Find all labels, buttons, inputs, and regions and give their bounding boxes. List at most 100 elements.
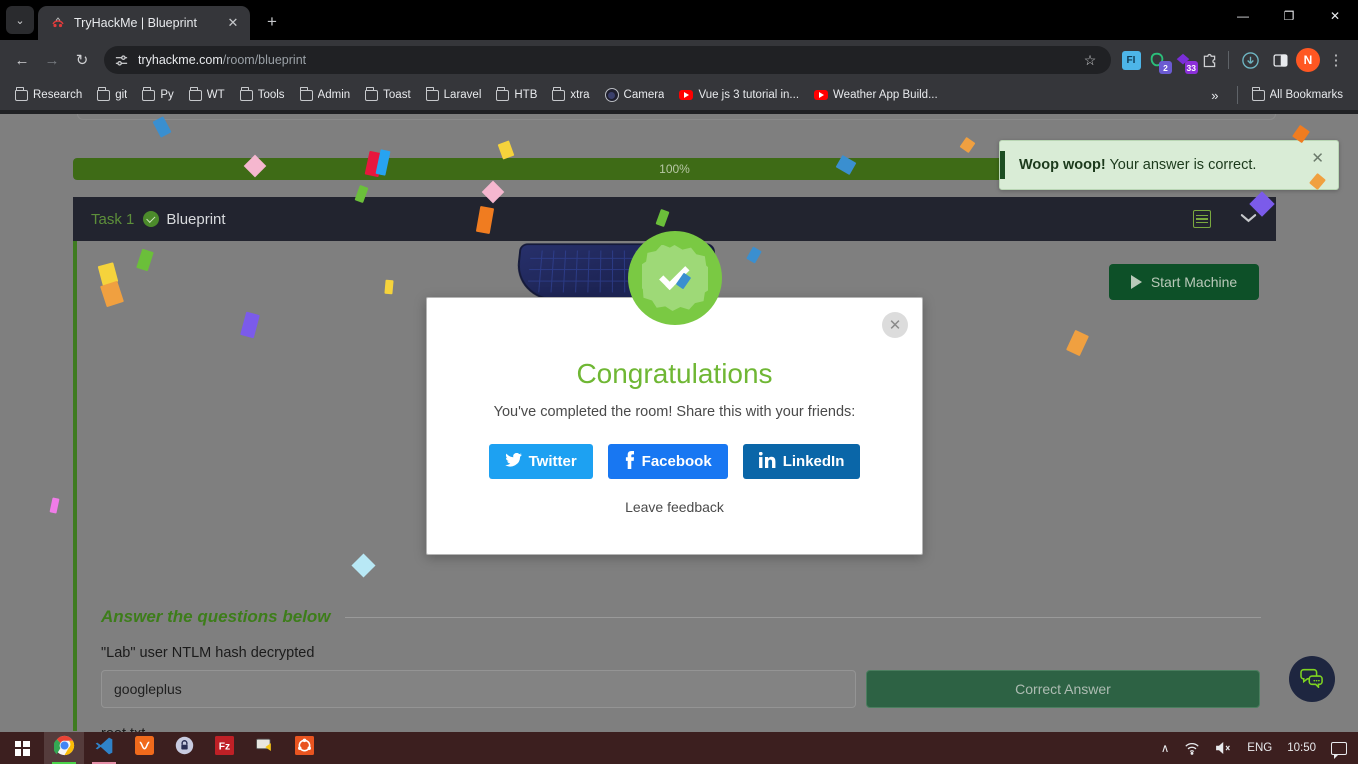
taskbar-app-ubuntu[interactable]: [284, 732, 324, 764]
download-icon[interactable]: [1236, 46, 1264, 74]
tab-search-button[interactable]: ⌄: [6, 6, 34, 34]
task-number: Task 1: [91, 210, 135, 228]
bookmarks-divider: [1236, 86, 1238, 104]
bookmark-item[interactable]: HTB: [490, 86, 543, 104]
volume-mute-icon[interactable]: [1212, 732, 1235, 764]
url-path: /room/blueprint: [222, 53, 307, 67]
toast-message-bold: Woop woop!: [1019, 157, 1106, 173]
new-tab-button[interactable]: +: [258, 8, 286, 36]
minimize-icon[interactable]: —: [1220, 0, 1266, 32]
server-icon[interactable]: [1193, 210, 1211, 228]
bookmark-item[interactable]: Weather App Build...: [808, 86, 944, 104]
bookmark-item[interactable]: WT: [183, 86, 231, 104]
play-icon: [1130, 275, 1142, 289]
taskbar-app-chrome[interactable]: [44, 732, 84, 764]
share-linkedin-button[interactable]: LinkedIn: [742, 444, 861, 479]
bookmark-item[interactable]: Camera: [599, 85, 671, 105]
bookmark-item[interactable]: Py: [136, 86, 179, 104]
url-text: tryhackme.com/room/blueprint: [138, 53, 1071, 67]
forward-icon[interactable]: →: [38, 46, 66, 74]
chat-bubbles-icon: [1299, 666, 1325, 693]
facebook-icon: [624, 450, 635, 473]
chevron-down-icon[interactable]: [1239, 211, 1258, 228]
bookmark-item[interactable]: Admin: [294, 86, 357, 104]
tab-title: TryHackMe | Blueprint: [74, 16, 197, 30]
bookmark-item[interactable]: xtra: [546, 86, 595, 104]
bookmark-star-icon[interactable]: ☆: [1077, 47, 1103, 73]
chrome-icon: [52, 735, 75, 761]
congratulations-modal: ✕ Congratulations You've completed the r…: [426, 231, 923, 555]
questions-heading-row: Answer the questions below: [101, 607, 1261, 627]
url-domain: tryhackme.com: [138, 53, 223, 67]
chrome-menu-icon[interactable]: ⋮: [1322, 46, 1350, 74]
taskbar-app-filezilla[interactable]: Fz: [204, 732, 244, 764]
room-progress-label: 100%: [659, 162, 690, 176]
keepass-icon: [175, 736, 194, 760]
leave-feedback-link[interactable]: Leave feedback: [427, 499, 922, 515]
folder-icon: [425, 87, 439, 101]
toolbar-divider: [1228, 51, 1229, 69]
folder-icon: [239, 87, 253, 101]
ubuntu-icon: [294, 736, 314, 760]
chat-support-button[interactable]: [1289, 656, 1335, 702]
task-title: Blueprint: [166, 210, 226, 228]
filezilla-icon: Fz: [214, 736, 234, 760]
bookmark-item[interactable]: Toast: [359, 86, 417, 104]
start-machine-button[interactable]: Start Machine: [1109, 264, 1259, 300]
bookmark-label: xtra: [570, 89, 590, 101]
twitter-icon: [504, 452, 522, 471]
folder-icon: [142, 87, 156, 101]
close-window-icon[interactable]: ✕: [1312, 0, 1358, 32]
taskbar-app-keepass[interactable]: [164, 732, 204, 764]
clock[interactable]: 10:50: [1284, 732, 1319, 764]
tune-icon[interactable]: [110, 49, 132, 71]
taskbar-app-remote-desktop[interactable]: [244, 732, 284, 764]
purple-extension-icon[interactable]: 33: [1171, 48, 1198, 74]
folder-icon: [1251, 87, 1265, 101]
fi-extension-icon[interactable]: FI: [1119, 48, 1143, 72]
windows-taskbar: Fz ∧ ENG 10:50: [0, 732, 1358, 764]
browser-toolbar: ← → ↻ tryhackme.com/room/blueprint ☆ FI …: [0, 40, 1358, 80]
start-machine-label: Start Machine: [1150, 274, 1238, 290]
bookmark-item[interactable]: Tools: [234, 86, 291, 104]
browser-tabstrip: ⌄ TryHackMe | Blueprint ✕ + — ❐ ✕: [0, 0, 1358, 40]
bookmark-label: HTB: [514, 89, 538, 101]
bookmarks-bar: Research git Py WT Tools Admin Toast Lar…: [0, 80, 1358, 110]
answer-input[interactable]: googleplus: [101, 670, 856, 708]
close-icon[interactable]: ✕: [882, 312, 908, 338]
bookmark-item[interactable]: git: [91, 86, 133, 104]
remote-desktop-icon: [255, 736, 274, 760]
bookmark-item[interactable]: Laravel: [420, 86, 488, 104]
folder-icon: [299, 87, 313, 101]
share-twitter-button[interactable]: Twitter: [488, 444, 593, 479]
browser-tab[interactable]: TryHackMe | Blueprint ✕: [38, 6, 250, 40]
task-header-actions: [1193, 210, 1258, 228]
side-panel-icon[interactable]: [1266, 46, 1294, 74]
share-facebook-label: Facebook: [641, 453, 712, 470]
extensions-puzzle-icon[interactable]: [1197, 48, 1221, 72]
notification-icon[interactable]: [1328, 732, 1350, 764]
bookmarks-overflow-icon[interactable]: »: [1201, 88, 1228, 103]
green-extension-icon[interactable]: 2: [1145, 48, 1172, 74]
taskbar-app-vscode[interactable]: [84, 732, 124, 764]
language-indicator[interactable]: ENG: [1244, 732, 1275, 764]
taskbar-app-xampp[interactable]: [124, 732, 164, 764]
tray-chevron-icon[interactable]: ∧: [1158, 732, 1172, 764]
back-icon[interactable]: ←: [8, 46, 36, 74]
folder-icon: [15, 87, 28, 101]
reload-icon[interactable]: ↻: [68, 46, 96, 74]
wifi-icon[interactable]: [1181, 732, 1203, 764]
all-bookmarks-button[interactable]: All Bookmarks: [1246, 86, 1350, 104]
address-bar[interactable]: tryhackme.com/room/blueprint ☆: [104, 46, 1111, 74]
close-icon[interactable]: ✕: [1311, 149, 1324, 167]
room-info-card: [77, 114, 1276, 120]
bookmark-label: Toast: [383, 89, 411, 101]
profile-avatar[interactable]: N: [1296, 48, 1320, 72]
maximize-icon[interactable]: ❐: [1266, 0, 1312, 32]
bookmark-item[interactable]: Research: [9, 86, 88, 104]
correct-answer-button[interactable]: Correct Answer: [866, 670, 1260, 708]
share-facebook-button[interactable]: Facebook: [607, 444, 728, 479]
bookmark-item[interactable]: Vue js 3 tutorial in...: [673, 86, 805, 104]
close-icon[interactable]: ✕: [224, 14, 242, 32]
start-button[interactable]: [0, 732, 44, 764]
